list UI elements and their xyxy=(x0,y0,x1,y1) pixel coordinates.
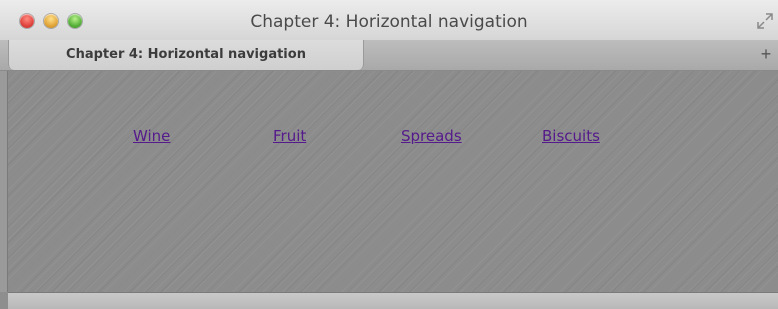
sidebar-edge xyxy=(0,71,8,292)
window-title: Chapter 4: Horizontal navigation xyxy=(250,12,528,32)
nav-link-fruit[interactable]: Fruit xyxy=(273,127,306,145)
tab-bar: Chapter 4: Horizontal navigation + xyxy=(0,40,778,71)
tab-active[interactable]: Chapter 4: Horizontal navigation xyxy=(8,40,364,70)
status-bar xyxy=(8,292,778,309)
tab-label: Chapter 4: Horizontal navigation xyxy=(66,47,306,62)
horizontal-nav: Wine Fruit Spreads Biscuits xyxy=(8,127,778,149)
title-bar[interactable]: Chapter 4: Horizontal navigation xyxy=(0,0,778,41)
browser-window: Chapter 4: Horizontal navigation Chapter… xyxy=(0,0,778,309)
page-content: Wine Fruit Spreads Biscuits xyxy=(8,71,778,292)
new-tab-button[interactable]: + xyxy=(758,45,774,63)
nav-link-biscuits[interactable]: Biscuits xyxy=(542,127,600,145)
nav-link-spreads[interactable]: Spreads xyxy=(401,127,462,145)
fullscreen-icon[interactable] xyxy=(756,12,774,30)
nav-link-wine[interactable]: Wine xyxy=(133,127,170,145)
